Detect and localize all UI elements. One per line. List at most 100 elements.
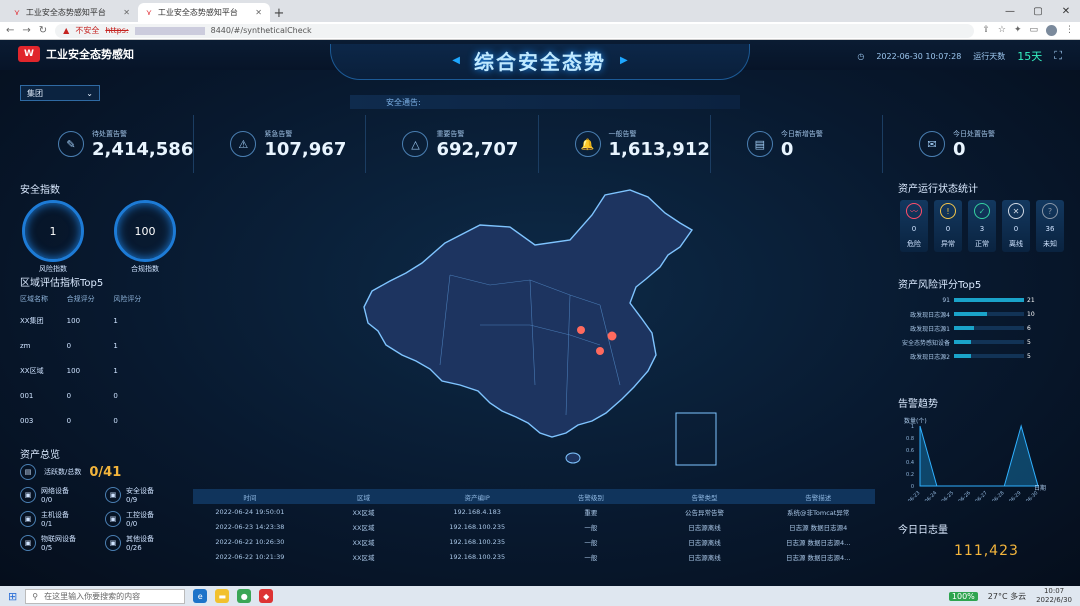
- table-row[interactable]: 2022-06-23 14:23:38 XX区域 192.168.100.235 一般…: [193, 519, 875, 534]
- y-axis-label: 数量(个): [904, 417, 927, 425]
- app-icon[interactable]: ◆: [259, 589, 274, 603]
- table-cell: 0: [66, 341, 72, 350]
- table-cell: 一般: [584, 538, 598, 547]
- table-header: 时间 区域 资产编IP 告警级别 告警类型 告警描述: [193, 489, 875, 504]
- asset-overview: ▤ 活跃数/总数 0/41 ▣ 网络设备 0/0 ▣ 安全设备 0/9 ▣ 主机设备 0/1 ▣ 工控设…: [20, 464, 190, 552]
- status-icon: ✓: [974, 203, 990, 219]
- alarm-point[interactable]: [577, 326, 585, 334]
- close-tab-icon[interactable]: ✕: [123, 8, 130, 17]
- bar-track: [954, 354, 1024, 358]
- stat-text: 一般告警 1,613,912: [609, 129, 710, 160]
- alarm-point[interactable]: [607, 331, 617, 341]
- asset-value: 0/9: [126, 496, 138, 504]
- chrome-icon[interactable]: ●: [237, 589, 252, 603]
- header-cell: 区域: [357, 493, 370, 502]
- clock-icon: ◷: [857, 51, 865, 61]
- warning-icon: ▲: [63, 26, 70, 35]
- bar-label: 政发现日志源4: [910, 311, 950, 319]
- table-cell: 公告异常告警: [685, 508, 725, 517]
- browser-tab[interactable]: ⋎ 工业安全态势感知平台 ✕: [6, 3, 138, 22]
- share-icon[interactable]: ⇪: [982, 25, 990, 36]
- windows-start-icon[interactable]: ⊞: [8, 590, 17, 603]
- minimize-button[interactable]: —: [996, 0, 1024, 22]
- browser-tab-active[interactable]: ⋎ 工业安全态势感知平台 ✕: [138, 3, 270, 22]
- table-cell: 0: [113, 416, 118, 425]
- x-tick-label: 06-25: [941, 490, 956, 501]
- table-cell: XX集团: [20, 316, 44, 325]
- org-select[interactable]: 集团 ⌄: [20, 85, 100, 101]
- risk-bars: 91 21 政发现日志源4 10 政发现日志源1 6 安全态势感知设备 5 政发现日志源2 5: [898, 293, 1048, 363]
- asset-label: 工控设备: [126, 511, 154, 519]
- chevron-down-icon: ⌄: [86, 88, 93, 98]
- bar-label: 政发现日志源1: [910, 325, 950, 333]
- region-title: 区域评估指标Top5: [20, 278, 104, 289]
- bar-track: [954, 340, 1024, 344]
- status-icon: ?: [1042, 203, 1058, 219]
- status-card: ? 36 未知: [1036, 200, 1064, 252]
- asset-value: 0/1: [41, 520, 53, 528]
- back-icon[interactable]: ←: [6, 25, 14, 36]
- region-table: 区域名称 合规评分 风险评分 XX集团 100 1 zm 0 1 XX区域 100 1 001 0 0 00…: [20, 290, 160, 433]
- fullscreen-icon[interactable]: ⛶: [1054, 49, 1062, 63]
- bar-value: 5: [1027, 338, 1031, 346]
- trend-chart: 数量(个)10.80.60.40.2006-23 06-24 06-25 06-26 0…: [904, 417, 1046, 501]
- logo-icon: W: [18, 46, 40, 62]
- bar-track: [954, 312, 1024, 316]
- table-row[interactable]: 2022-06-24 19:50:01 XX区域 192.168.4.183 重要 公告…: [193, 504, 875, 519]
- brand: W 工业安全态势感知: [18, 46, 134, 62]
- table-row: XX集团 100 1: [20, 308, 160, 333]
- sidebar-icon[interactable]: ▭: [1029, 25, 1038, 36]
- asset-text: 网络设备 0/0: [41, 486, 69, 504]
- maximize-button[interactable]: ▢: [1024, 0, 1052, 22]
- star-icon[interactable]: ☆: [998, 25, 1006, 36]
- alarm-point[interactable]: [596, 347, 604, 355]
- y-tick-label: 0.4: [906, 460, 914, 466]
- device-icon: ▣: [20, 487, 36, 503]
- asset-label: 安全设备: [126, 487, 154, 495]
- weather-text[interactable]: 27°C 多云: [988, 591, 1026, 602]
- folder-icon[interactable]: ▬: [215, 589, 230, 603]
- asset-item: ▣ 工控设备 0/0: [105, 510, 190, 528]
- china-map: [363, 189, 717, 466]
- app-icon[interactable]: e: [193, 589, 208, 603]
- asset-label: 主机设备: [41, 511, 69, 519]
- table-cell: 192.168.100.235: [449, 537, 506, 546]
- right-arrow-icon: ▶: [620, 54, 628, 66]
- bar-value: 6: [1027, 324, 1031, 332]
- address-bar: ← → ↻ ▲ 不安全 https: 8440/#/syntheticalChe…: [0, 22, 1080, 40]
- compliance-gauge: 100 合规指数: [114, 200, 176, 274]
- reload-icon[interactable]: ↻: [39, 25, 47, 36]
- risk-bar: 政发现日志源1 6: [898, 321, 1048, 335]
- battery-indicator[interactable]: 100%: [948, 591, 978, 601]
- south-sea-inset: [675, 412, 717, 466]
- stat-label: 今日处置告警: [952, 129, 995, 138]
- taskbar-search[interactable]: ⚲ 在这里输入你要搜索的内容: [25, 588, 186, 604]
- asset-status-title: 资产运行状态统计: [898, 184, 978, 195]
- table-row[interactable]: 2022-06-22 10:21:39 XX区域 192.168.100.235 一般…: [193, 549, 875, 564]
- extension-icon[interactable]: ✦: [1014, 25, 1022, 36]
- close-window-button[interactable]: ✕: [1052, 0, 1080, 22]
- avatar[interactable]: [1046, 25, 1057, 36]
- asset-item: ▣ 安全设备 0/9: [105, 486, 190, 504]
- alarm-stats: ✎ 待处置告警 2,414,586 ⚠ 紧急告警 107,967 △ 重要告警 692,707 🔔…: [22, 115, 1054, 173]
- risk-title: 资产风险评分Top5: [898, 280, 982, 291]
- url-input[interactable]: ▲ 不安全 https: 8440/#/syntheticalCheck: [55, 23, 975, 38]
- new-tab-button[interactable]: +: [270, 4, 288, 22]
- x-tick-label: 06-27: [974, 490, 989, 501]
- stat-text: 紧急告警 107,967: [264, 129, 346, 160]
- bar-value: 5: [1027, 352, 1031, 360]
- search-icon: ⚲: [32, 591, 39, 601]
- tray-clock[interactable]: 10:07 2022/6/30: [1036, 587, 1072, 605]
- close-tab-icon[interactable]: ✕: [255, 8, 262, 17]
- header-cell: 资产编IP: [464, 493, 490, 502]
- menu-icon[interactable]: ⋮: [1065, 25, 1074, 36]
- table-cell: XX区域: [352, 508, 375, 517]
- table-cell: 系统@非Tomcat异常: [787, 508, 850, 517]
- asset-status: 〰 0 危险! 0 异常 ✓ 3 正常 ✕ 0 离线? 36 未知: [900, 200, 1064, 252]
- asset-total: ▤ 活跃数/总数 0/41: [20, 464, 190, 480]
- forward-icon[interactable]: →: [22, 25, 30, 36]
- table-row[interactable]: 2022-06-22 10:26:30 XX区域 192.168.100.235 一般…: [193, 534, 875, 549]
- asset-label: 其他设备: [126, 535, 154, 543]
- insecure-label: 不安全: [75, 26, 100, 35]
- risk-bar: 安全态势感知设备 5: [898, 335, 1048, 349]
